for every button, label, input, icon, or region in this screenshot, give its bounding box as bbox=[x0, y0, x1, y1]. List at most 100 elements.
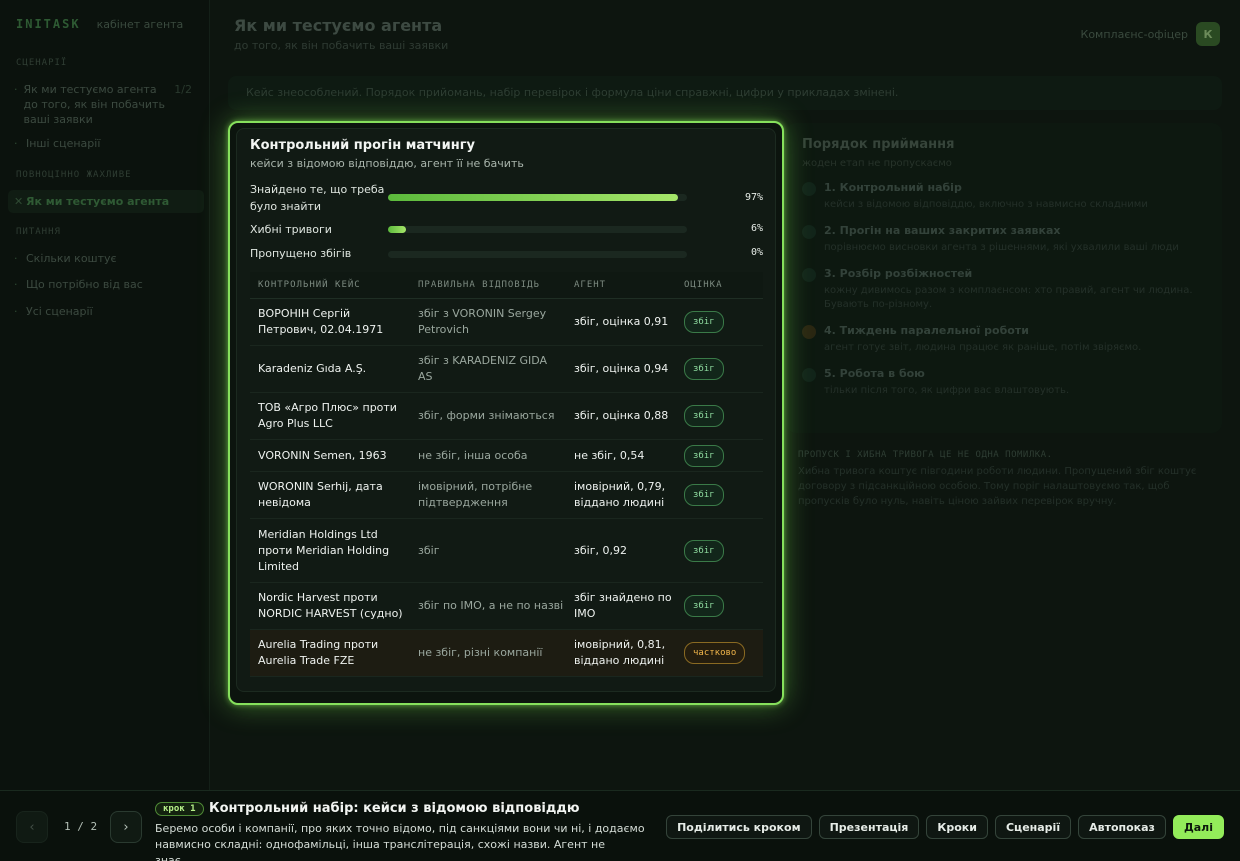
table-cell-grade: збіг bbox=[684, 358, 763, 380]
grade-badge: збіг bbox=[684, 405, 724, 427]
table-cell-grade: збіг bbox=[684, 539, 763, 562]
sidebar-item-other-scenarios[interactable]: · Інші сценарії bbox=[14, 136, 200, 151]
grade-badge: збіг bbox=[684, 311, 724, 333]
check-circle-icon bbox=[802, 368, 816, 382]
table-cell-case: VORONIN Semen, 1963 bbox=[258, 448, 387, 462]
bullet-icon: · bbox=[14, 83, 18, 96]
table-cell-grade: збіг bbox=[684, 484, 763, 506]
bullet-icon: · bbox=[14, 278, 18, 291]
table-cell-case: Aurelia Trading проти Aurelia Trade FZE bbox=[258, 638, 379, 667]
matching-run-card: Контрольний прогін матчингу кейси з відо… bbox=[236, 128, 776, 692]
sidebar-item-all-scenarios[interactable]: · Усі сценарії bbox=[14, 304, 200, 319]
metric-percent: 6% bbox=[750, 223, 763, 234]
presentation-button[interactable]: Презентація bbox=[818, 815, 920, 839]
table-row: ВОРОНІН Сергій Петрович, 02.04.1971 збіг … bbox=[250, 299, 763, 346]
check-circle-icon bbox=[802, 225, 816, 239]
sidebar-item-label: Інші сценарії bbox=[26, 137, 101, 150]
acceptance-order-panel: Порядок приймання жоден етап не пропуска… bbox=[786, 123, 1222, 433]
table-cell-agent: збіг, оцінка 0,91 bbox=[574, 315, 669, 328]
step-title: 4. Тиждень паралельної роботи bbox=[824, 324, 1029, 337]
share-step-button[interactable]: Поділитись кроком bbox=[666, 815, 812, 839]
check-circle-icon bbox=[802, 182, 816, 196]
table-cell-answer: збіг bbox=[418, 543, 440, 557]
metric-fill bbox=[388, 226, 406, 233]
grade-badge: збіг bbox=[684, 484, 724, 506]
sidebar-item-label: Як ми тестуємо агента bbox=[26, 195, 170, 208]
notice-banner: Кейс знеособлений. Порядок прийомань, на… bbox=[228, 76, 1222, 110]
table-header: КОНТРОЛЬНИЙ КЕЙС ПРАВИЛЬНА ВІДПОВІДЬ АГЕ… bbox=[250, 272, 763, 299]
table-cell-case: Nordic Harvest проти NORDIC HARVEST (суд… bbox=[258, 591, 403, 620]
bullet-icon: · bbox=[14, 252, 18, 265]
step-title: 1. Контрольний набір bbox=[824, 181, 962, 194]
avatar: К bbox=[1196, 22, 1220, 46]
card-title: Контрольний прогін матчингу bbox=[250, 138, 475, 153]
table-row: VORONIN Semen, 1963 не збіг, інша особа не… bbox=[250, 440, 763, 472]
autoplay-button[interactable]: Автопоказ bbox=[1078, 815, 1166, 839]
page-title: Як ми тестуємо агента bbox=[234, 16, 443, 35]
prev-button[interactable]: ‹ bbox=[16, 811, 48, 843]
table-cell-grade: збіг bbox=[684, 405, 763, 427]
panel-subtitle: жоден етап не пропускаємо bbox=[802, 158, 952, 169]
table-cell-case: ВОРОНІН Сергій Петрович, 02.04.1971 bbox=[258, 307, 384, 336]
metric-track bbox=[388, 226, 687, 233]
metric-track bbox=[388, 194, 687, 201]
grade-badge: збіг bbox=[684, 595, 724, 617]
table-cell-answer: імовірний, потрібне підтвердження bbox=[418, 480, 533, 509]
table-body: ВОРОНІН Сергій Петрович, 02.04.1971 збіг … bbox=[250, 299, 763, 677]
sidebar-item-cost[interactable]: · Скільки коштує bbox=[14, 251, 200, 266]
step-title: 5. Робота в бою bbox=[824, 367, 925, 380]
table-row: WORONIN Serhij, дата невідома імовірний, … bbox=[250, 472, 763, 519]
table-cell-grade: збіг bbox=[684, 444, 763, 467]
walkthrough-bar: ‹ 1 / 2 › крок 1 Контрольний набір: кейс… bbox=[0, 790, 1240, 861]
column-header: ПРАВИЛЬНА ВІДПОВІДЬ bbox=[418, 280, 540, 290]
sidebar-item-requirements[interactable]: · Що потрібно від вас bbox=[14, 277, 200, 292]
step-desc: тільки після того, як цифри вас влаштову… bbox=[824, 385, 1070, 396]
page-subtitle: до того, як він побачить ваші заявки bbox=[234, 39, 449, 52]
table-cell-case: Karadeniz Gıda A.Ş. bbox=[258, 362, 367, 375]
step-badge: крок 1 bbox=[155, 802, 204, 816]
sidebar-section-label: СЦЕНАРІЇ bbox=[16, 58, 68, 68]
step-desc: кейси з відомою відповіддю, включно з на… bbox=[824, 199, 1148, 210]
sidebar-item-active[interactable]: ✕ Як ми тестуємо агента bbox=[8, 190, 204, 213]
step-title: 2. Прогін на ваших закритих заявках bbox=[824, 224, 1061, 237]
user-menu[interactable]: Комплаєнс-офіцер К bbox=[1081, 22, 1220, 46]
table-cell-agent: не збіг, 0,54 bbox=[574, 448, 645, 462]
table-cell-agent: імовірний, 0,79, віддано людині bbox=[574, 480, 666, 509]
sidebar-item-scenario[interactable]: · Як ми тестуємо агента до того, як він … bbox=[14, 82, 200, 127]
next-button[interactable]: Далі bbox=[1172, 815, 1224, 839]
table-cell-case: ТОВ «Агро Плюс» проти Agro Plus LLC bbox=[258, 401, 397, 430]
table-cell-answer: збіг з KARADENIZ GIDA AS bbox=[418, 354, 548, 383]
side-note-text: Хибна тривога коштує півгодини роботи лю… bbox=[798, 466, 1197, 507]
table-cell-answer: збіг, форми знімаються bbox=[418, 409, 555, 422]
table-cell-agent: збіг, оцінка 0,88 bbox=[574, 409, 669, 422]
sidebar-section-label: ПИТАННЯ bbox=[16, 227, 61, 237]
table-cell-case: Meridian Holdings Ltd проти Meridian Hol… bbox=[258, 527, 390, 573]
table-cell-agent: збіг, оцінка 0,94 bbox=[574, 362, 669, 375]
grade-badge: частково bbox=[684, 642, 746, 664]
panel-title: Порядок приймання bbox=[802, 137, 955, 152]
action-buttons: Поділитись кроком Презентація Кроки Сцен… bbox=[666, 815, 1224, 839]
check-circle-icon bbox=[802, 268, 816, 282]
table-row: Aurelia Trading проти Aurelia Trade FZE н… bbox=[250, 630, 763, 677]
bullet-icon: · bbox=[14, 137, 18, 150]
steps-button[interactable]: Кроки bbox=[926, 815, 988, 839]
brand: INITASK кабінет агента bbox=[16, 17, 183, 31]
acceptance-step: 1. Контрольний набір кейси з відомою відп… bbox=[802, 181, 1206, 212]
next-step-button[interactable]: › bbox=[110, 811, 142, 843]
table-cell-agent: збіг, 0,92 bbox=[574, 543, 627, 557]
acceptance-step: 5. Робота в бою тільки після того, як циф… bbox=[802, 367, 1206, 398]
metric-label: Пропущено збігів bbox=[250, 247, 352, 260]
step-title: Контрольний набір: кейси з відомою відпо… bbox=[209, 801, 580, 816]
step-desc: порівнюємо висновки агента з рішеннями, … bbox=[824, 242, 1179, 253]
side-note: ПРОПУСК І ХИБНА ТРИВОГА ЦЕ НЕ ОДНА ПОМИЛ… bbox=[798, 450, 1222, 509]
warning-circle-icon bbox=[802, 325, 816, 339]
table-cell-answer: збіг з VORONIN Sergey Petrovich bbox=[418, 307, 547, 336]
column-header: АГЕНТ bbox=[574, 280, 607, 290]
metric-fill bbox=[388, 194, 679, 201]
user-name: Комплаєнс-офіцер bbox=[1080, 27, 1188, 41]
bullet-icon: · bbox=[14, 305, 18, 318]
card-subtitle: кейси з відомою відповіддю, агент її не … bbox=[250, 157, 524, 170]
scenarios-button[interactable]: Сценарії bbox=[994, 815, 1072, 839]
table-cell-case: WORONIN Serhij, дата невідома bbox=[258, 480, 383, 509]
column-header: КОНТРОЛЬНИЙ КЕЙС bbox=[258, 280, 361, 290]
